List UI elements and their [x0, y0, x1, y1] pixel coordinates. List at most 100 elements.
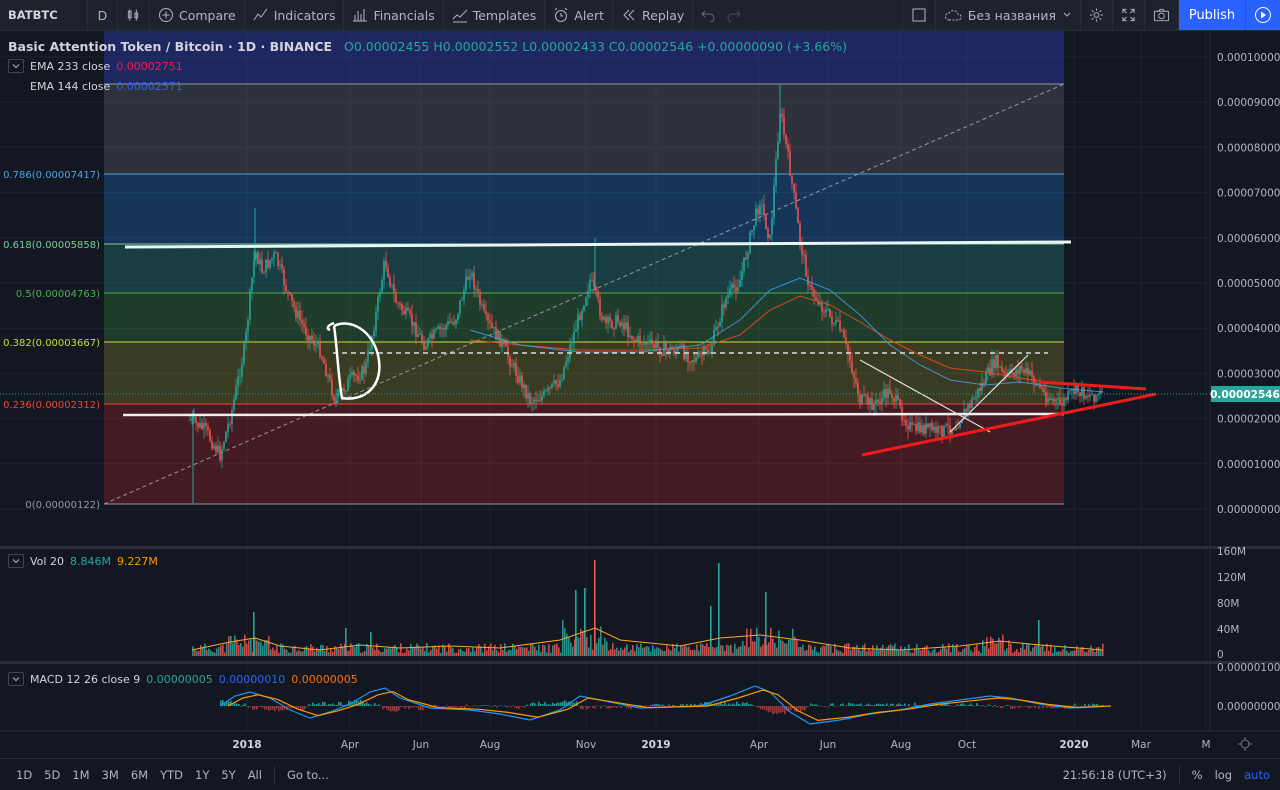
- candle-body: [717, 326, 719, 328]
- volume-axis[interactable]: 160M 120M 80M 40M 0: [1217, 546, 1246, 661]
- financials-button[interactable]: Financials: [344, 0, 444, 30]
- volume-bar: [352, 645, 354, 656]
- ema-144-legend[interactable]: EMA 144 close 0.00002571: [30, 78, 183, 94]
- macd-bar: [868, 703, 870, 706]
- chart-type-button[interactable]: [118, 0, 150, 30]
- range-ytd-button[interactable]: YTD: [154, 768, 189, 782]
- redo-icon[interactable]: [727, 8, 742, 22]
- candle-body: [747, 253, 749, 259]
- volume-bar: [432, 646, 434, 656]
- ema-233-legend[interactable]: EMA 233 close 0.00002751: [8, 58, 183, 74]
- axis-settings-button[interactable]: [1238, 737, 1252, 751]
- snapshot-button[interactable]: [1145, 0, 1179, 30]
- macd-bar: [1094, 704, 1096, 706]
- price-axis[interactable]: 0.00010000 0.00009000 0.00008000 0.00007000…: [1217, 52, 1280, 516]
- volume-legend[interactable]: Vol 20 8.846M 9.227M: [8, 553, 158, 569]
- candle-body: [349, 374, 351, 379]
- volume-bar: [740, 646, 742, 656]
- volume-bar: [248, 640, 250, 656]
- macd-bar: [1018, 706, 1020, 709]
- range-3m-button[interactable]: 3M: [96, 768, 125, 782]
- volume-bar: [1030, 651, 1032, 656]
- time-axis[interactable]: 2018 Apr Jun Aug Nov 2019 Apr Jun Aug Oct 2020 Mar M: [232, 739, 1210, 751]
- replay-button[interactable]: Replay: [613, 0, 694, 30]
- macd-bar: [836, 705, 838, 707]
- volume-bar: [850, 650, 852, 656]
- range-6m-button[interactable]: 6M: [125, 768, 154, 782]
- symbol-search[interactable]: BATBTC: [0, 0, 88, 30]
- interval-button[interactable]: D: [88, 0, 118, 30]
- volume-bar: [222, 644, 224, 656]
- ema-144-value: 0.00002571: [116, 79, 183, 93]
- settings-button[interactable]: [1081, 0, 1113, 30]
- volume-bar: [856, 645, 858, 656]
- volume-bar: [904, 647, 906, 656]
- volume-bar: [554, 644, 556, 656]
- candle-body: [695, 357, 697, 362]
- candle-body: [1089, 394, 1091, 398]
- macd-bar: [782, 706, 784, 712]
- expand-button[interactable]: [1113, 0, 1145, 30]
- volume-bar: [680, 645, 682, 656]
- candle-body: [229, 423, 231, 425]
- macd-axis[interactable]: 0.00000100 0.00000000: [1217, 662, 1280, 713]
- fibonacci-retracement[interactable]: 0.786(0.00007417) 0.618(0.00005858) 0.5(…: [3, 31, 1065, 511]
- log-toggle[interactable]: log: [1209, 768, 1239, 782]
- candle-body: [585, 297, 587, 306]
- macd-bar: [976, 703, 978, 706]
- volume-bar: [994, 643, 996, 656]
- macd-bar: [474, 705, 476, 706]
- collapse-macd-button[interactable]: [8, 672, 24, 686]
- macd-bar: [974, 706, 976, 707]
- clock[interactable]: 21:56:18 (UTC+3): [1057, 768, 1173, 782]
- macd-bar: [380, 705, 382, 707]
- candle-body: [461, 299, 463, 301]
- fullscreen-toggle[interactable]: [901, 0, 936, 30]
- volume-bar: [1000, 641, 1002, 656]
- macd-bar: [500, 705, 502, 706]
- templates-button[interactable]: Templates: [444, 0, 546, 30]
- open-value: O0.00002455: [343, 39, 430, 54]
- volume-bar: [606, 641, 608, 656]
- macd-bar: [444, 706, 446, 707]
- macd-bar: [954, 706, 956, 707]
- support-line[interactable]: [122, 412, 1065, 417]
- candle-body: [1059, 398, 1061, 405]
- range-1y-button[interactable]: 1Y: [189, 768, 215, 782]
- range-1d-button[interactable]: 1D: [10, 768, 38, 782]
- pane-separator-macd[interactable]: [0, 661, 1280, 664]
- percent-toggle[interactable]: %: [1186, 768, 1209, 782]
- symbol-legend[interactable]: Basic Attention Token / Bitcoin · 1D · B…: [8, 39, 847, 54]
- candle-body: [221, 448, 223, 461]
- range-1m-button[interactable]: 1M: [66, 768, 95, 782]
- macd-legend[interactable]: MACD 12 26 close 9 0.00000005 0.00000010…: [8, 671, 358, 687]
- volume-bar: [214, 652, 216, 656]
- collapse-volume-button[interactable]: [8, 554, 24, 568]
- volume-bar: [640, 643, 642, 656]
- range-all-button[interactable]: All: [242, 768, 268, 782]
- undo-icon[interactable]: [701, 8, 715, 22]
- pane-separator-volume[interactable]: [0, 546, 1280, 549]
- auto-toggle[interactable]: auto: [1238, 768, 1280, 782]
- publish-video-button[interactable]: [1245, 0, 1280, 30]
- publish-button[interactable]: Publish: [1179, 0, 1245, 30]
- goto-button[interactable]: Go to...: [281, 768, 335, 782]
- volume-bar: [310, 644, 312, 656]
- range-5d-button[interactable]: 5D: [38, 768, 66, 782]
- macd-bar: [908, 704, 910, 706]
- replay-label: Replay: [642, 7, 685, 23]
- compare-button[interactable]: Compare: [150, 0, 245, 30]
- candle-body: [1003, 370, 1005, 373]
- indicators-button[interactable]: Indicators: [245, 0, 345, 30]
- macd-bar: [1014, 706, 1016, 709]
- candle-body: [419, 334, 421, 336]
- chart-canvas[interactable]: 0.786(0.00007417) 0.618(0.00005858) 0.5(…: [0, 31, 1280, 758]
- collapse-legend-button[interactable]: [8, 59, 24, 73]
- candle-body: [729, 288, 731, 295]
- alert-button[interactable]: Alert: [545, 0, 614, 30]
- volume-bar: [382, 651, 384, 656]
- range-5y-button[interactable]: 5Y: [215, 768, 241, 782]
- candle-body: [873, 404, 875, 411]
- layout-selector[interactable]: Без названия: [936, 0, 1081, 30]
- macd-bar: [518, 706, 520, 709]
